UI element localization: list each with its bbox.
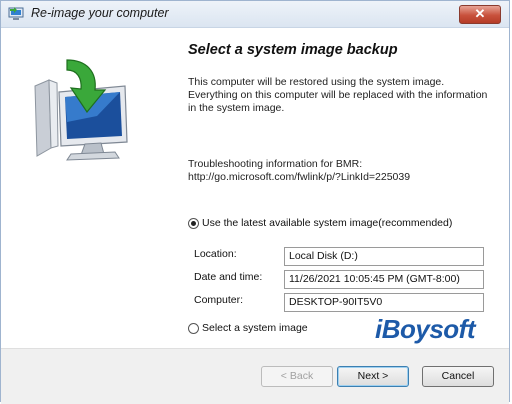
title-bar[interactable]: Re-image your computer ✕ <box>1 1 509 28</box>
restore-computer-icon <box>8 7 24 20</box>
radio-use-latest-label: Use the latest available system image(re… <box>202 217 453 229</box>
bmr-link[interactable]: http://go.microsoft.com/fwlink/p/?LinkId… <box>188 171 488 184</box>
location-field: Local Disk (D:) <box>284 247 484 266</box>
radio-use-latest[interactable]: Use the latest available system image(re… <box>188 217 452 229</box>
dialog-content: Select a system image backup This comput… <box>1 28 509 348</box>
radio-select-image-label: Select a system image <box>202 322 308 334</box>
location-label: Location: <box>194 248 237 260</box>
reimage-dialog-window: Re-image your computer ✕ Select a system… <box>0 0 510 404</box>
next-button[interactable]: Next > <box>337 366 409 387</box>
watermark-logo: iBoysoft <box>375 314 476 344</box>
window-title: Re-image your computer <box>31 6 169 20</box>
computer-label: Computer: <box>194 294 244 306</box>
close-icon: ✕ <box>474 6 486 21</box>
date-time-field: 11/26/2021 10:05:45 PM (GMT-8:00) <box>284 270 484 289</box>
bmr-label: Troubleshooting information for BMR: <box>188 158 363 170</box>
radio-button-unchecked[interactable] <box>188 322 199 334</box>
page-title: Select a system image backup <box>188 42 398 58</box>
computer-field: DESKTOP-90IT5V0 <box>284 293 484 312</box>
back-button[interactable]: < Back <box>261 366 333 387</box>
radio-select-image[interactable]: Select a system image <box>188 322 308 334</box>
bmr-info: Troubleshooting information for BMR: htt… <box>188 158 488 184</box>
button-bar: < Back Next > Cancel <box>1 348 509 404</box>
cancel-button[interactable]: Cancel <box>422 366 494 387</box>
computer-restore-arrow-icon <box>34 59 128 161</box>
close-button[interactable]: ✕ <box>459 5 501 24</box>
description-text: This computer will be restored using the… <box>188 76 488 114</box>
radio-button-checked[interactable] <box>188 217 199 229</box>
date-time-label: Date and time: <box>194 271 263 283</box>
